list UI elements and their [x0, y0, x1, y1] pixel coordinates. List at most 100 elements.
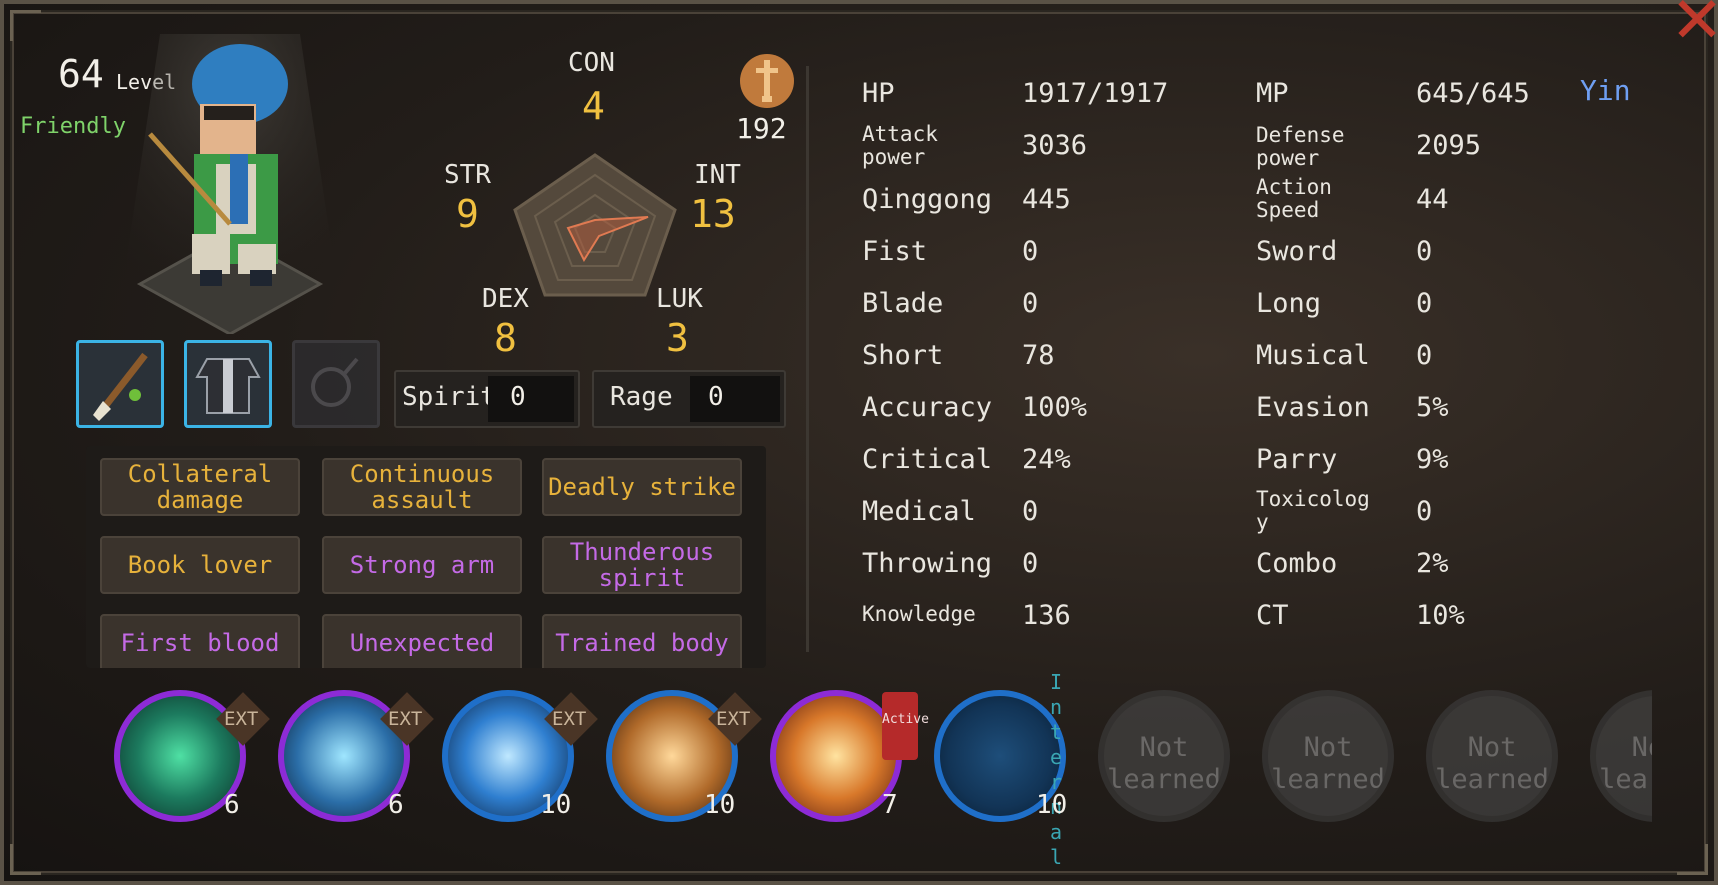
skill-level: 7: [882, 790, 898, 820]
attr-defense-value: 2095: [1416, 130, 1482, 161]
attr-throwing-label: Throwing: [862, 548, 993, 579]
not-learned-slot[interactable]: Not learned: [1098, 690, 1230, 822]
attr-toxicology-label: Toxicolog y: [1256, 487, 1370, 534]
stat-luk-label: LUK: [656, 284, 703, 314]
emblem-value: 192: [736, 112, 787, 145]
attr-short-value: 78: [1022, 340, 1055, 371]
trait-strong-arm[interactable]: Strong arm: [322, 536, 522, 594]
stat-dex-label: DEX: [482, 284, 529, 314]
attr-action-speed-value: 44: [1416, 184, 1449, 215]
attr-parry-value: 9%: [1416, 444, 1449, 475]
stat-str-value: 9: [456, 192, 479, 236]
attr-blade-value: 0: [1022, 288, 1039, 319]
equipment-slot-armor[interactable]: [184, 340, 272, 428]
attr-long-label: Long: [1256, 288, 1322, 319]
not-learned-slot[interactable]: Not learned: [1262, 690, 1394, 822]
attr-parry-label: Parry: [1256, 444, 1338, 475]
ext-badge-label: EXT: [388, 708, 423, 730]
skill-row-clip: Not learned: [1580, 690, 1652, 822]
attr-defense-label: Defense power: [1256, 123, 1345, 170]
internal-badge: Internal: [1050, 670, 1063, 869]
skill-level: 6: [224, 790, 240, 820]
trait-collateral-damage[interactable]: Collateral damage: [100, 458, 300, 516]
trait-unexpected[interactable]: Unexpected: [322, 614, 522, 668]
trait-continuous-assault[interactable]: Continuous assault: [322, 458, 522, 516]
attr-accuracy-value: 100%: [1022, 392, 1088, 423]
stat-con-value: 4: [582, 84, 605, 128]
attr-fist-label: Fist: [862, 236, 928, 267]
attr-ct-value: 10%: [1416, 600, 1465, 631]
brush-weapon-icon: [93, 352, 148, 421]
close-icon[interactable]: ✕: [1670, 0, 1718, 53]
attr-knowledge-label: Knowledge: [862, 602, 976, 626]
relation-status: Friendly: [20, 114, 126, 139]
attr-mp-label: MP: [1256, 78, 1289, 109]
ext-badge-label: EXT: [224, 708, 259, 730]
attr-toxicology-value: 0: [1416, 496, 1433, 527]
attr-critical-label: Critical: [862, 444, 993, 475]
spirit-value: 0: [510, 382, 526, 412]
skill-level: 6: [388, 790, 404, 820]
trait-first-blood[interactable]: First blood: [100, 614, 300, 668]
attr-attack-label: Attack power: [862, 122, 938, 169]
attr-ct-label: CT: [1256, 600, 1289, 631]
trait-thunderous-spirit[interactable]: Thunderous spirit: [542, 536, 742, 594]
not-learned-slot[interactable]: Not learned: [1590, 690, 1652, 822]
spirit-label: Spirit: [402, 382, 496, 412]
skill-level: 10: [704, 790, 736, 820]
attr-hp-label: HP: [862, 78, 895, 109]
attr-medical-value: 0: [1022, 496, 1039, 527]
attr-sword-value: 0: [1416, 236, 1433, 267]
sword-emblem-icon: [740, 54, 794, 108]
attr-qinggong-label: Qinggong: [862, 184, 993, 215]
frame-corner: [10, 10, 41, 41]
ext-badge-label: EXT: [716, 708, 751, 730]
attr-mp-value: 645/645: [1416, 78, 1530, 109]
not-learned-slot[interactable]: Not learned: [1426, 690, 1558, 822]
stat-con-label: CON: [568, 48, 615, 78]
character-portrait: [120, 34, 340, 334]
trait-deadly-strike[interactable]: Deadly strike: [542, 458, 742, 516]
spirit-gauge: Spirit 0: [394, 370, 580, 428]
attr-medical-label: Medical: [862, 496, 976, 527]
trait-panel: Collateral damage Continuous assault Dea…: [86, 446, 766, 668]
rage-gauge: Rage 0: [592, 370, 786, 428]
character-level: 64: [58, 52, 104, 96]
stat-dex-value: 8: [494, 316, 517, 360]
spirit-value-box: [488, 376, 574, 422]
skill-level: 10: [540, 790, 572, 820]
rage-label: Rage: [610, 382, 673, 412]
skill-level: 10: [1036, 790, 1068, 820]
attr-throwing-value: 0: [1022, 548, 1039, 579]
attr-attack-value: 3036: [1022, 130, 1088, 161]
attr-evasion-value: 5%: [1416, 392, 1449, 423]
attr-long-value: 0: [1416, 288, 1433, 319]
equipment-slot-accessory[interactable]: [292, 340, 380, 428]
trait-trained-body[interactable]: Trained body: [542, 614, 742, 668]
frame-corner: [10, 844, 41, 875]
rage-value: 0: [708, 382, 724, 412]
attr-musical-value: 0: [1416, 340, 1433, 371]
attr-evasion-label: Evasion: [1256, 392, 1370, 423]
attr-short-label: Short: [862, 340, 944, 371]
attr-knowledge-value: 136: [1022, 600, 1071, 631]
affinity-label: Yin: [1580, 74, 1631, 107]
not-learned-label: Not learned: [1599, 732, 1652, 795]
frame-corner: [1677, 844, 1708, 875]
attr-critical-value: 24%: [1022, 444, 1071, 475]
attr-combo-value: 2%: [1416, 548, 1449, 579]
stat-int-label: INT: [694, 160, 741, 190]
attr-hp-value: 1917/1917: [1022, 78, 1169, 109]
stat-int-value: 13: [690, 192, 736, 236]
stat-luk-value: 3: [666, 316, 689, 360]
equipment-slot-weapon[interactable]: [76, 340, 164, 428]
attr-blade-label: Blade: [862, 288, 944, 319]
not-learned-label: Not learned: [1271, 732, 1385, 795]
active-badge: Active: [882, 692, 929, 760]
trait-book-lover[interactable]: Book lover: [100, 536, 300, 594]
attr-accuracy-label: Accuracy: [862, 392, 993, 423]
amulet-empty-icon: [311, 357, 359, 407]
attr-sword-label: Sword: [1256, 236, 1338, 267]
stat-radar-chart: [513, 153, 677, 297]
attr-musical-label: Musical: [1256, 340, 1370, 371]
